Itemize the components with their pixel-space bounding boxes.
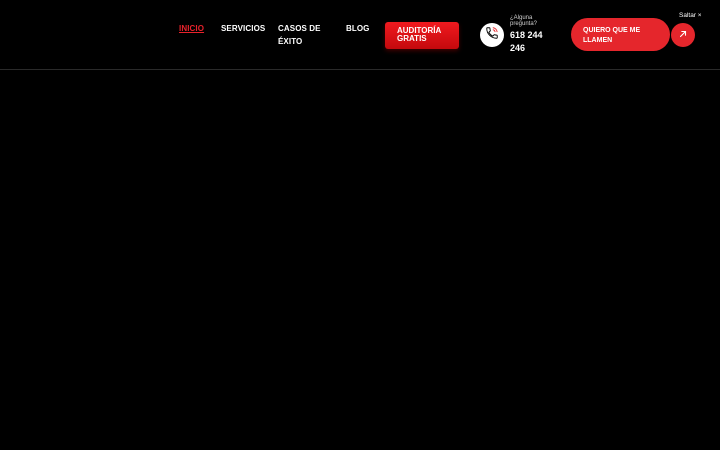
phone-number-link[interactable]: 618 244 246: [510, 29, 554, 55]
nav-item-casos-de-exito[interactable]: CASOS DE ÉXITO: [278, 22, 326, 48]
nav-item-blog[interactable]: BLOG: [346, 22, 370, 35]
arrow-up-right-icon: [678, 26, 688, 44]
phone-icon: [485, 26, 499, 45]
free-audit-button[interactable]: AUDITORÍA GRATIS: [385, 22, 459, 49]
request-call-arrow-button[interactable]: [671, 23, 695, 47]
question-label: ¿Alguna pregunta?: [510, 15, 538, 27]
site-header: INICIO SERVICIOS CASOS DE ÉXITO BLOG AUD…: [0, 0, 720, 70]
page: INICIO SERVICIOS CASOS DE ÉXITO BLOG AUD…: [0, 0, 720, 450]
phone-button[interactable]: [480, 23, 504, 47]
nav-item-servicios[interactable]: SERVICIOS: [221, 22, 265, 35]
nav-item-inicio[interactable]: INICIO: [179, 22, 204, 35]
skip-link[interactable]: Saltar ×: [679, 12, 702, 20]
request-call-button[interactable]: QUIERO QUE ME LLAMEN: [571, 18, 670, 51]
